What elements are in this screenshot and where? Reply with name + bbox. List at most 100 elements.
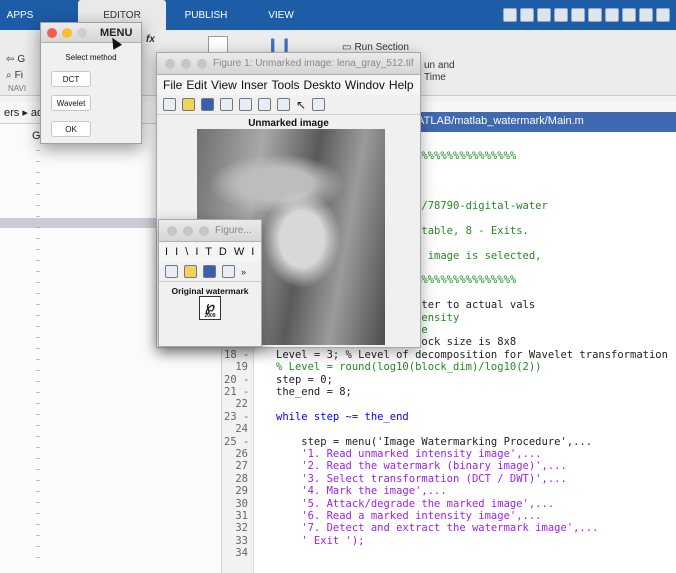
code-line[interactable]: 34 [222,547,676,560]
menu-dialog-titlebar[interactable]: MENU [41,23,141,43]
code-text: '4. Mark the image',... [276,485,447,498]
line-number: 21 - [224,386,250,398]
find-icon: ⌕ [6,70,12,81]
minimize-icon[interactable] [62,27,72,38]
code-text: step = 0; [276,373,333,386]
minimize-icon[interactable] [181,58,191,69]
figure2-window[interactable]: Figure... I I \ I T D W I » Original wat… [158,219,262,347]
code-line[interactable]: 21 - the_end = 8; [222,386,676,399]
line-number: 20 - [224,373,250,386]
menu-help[interactable]: Help [389,78,414,92]
line-number: 32 [235,522,248,535]
new-figure-icon[interactable] [163,98,176,111]
colorbar-icon[interactable] [258,98,271,111]
overflow-chevron-icon[interactable]: » [241,267,246,277]
print-figure-icon[interactable] [220,98,233,111]
menu-window[interactable]: Windov [345,78,385,92]
open-file-icon[interactable] [182,98,195,111]
menu-view[interactable]: View [211,78,237,92]
line-number: 23 - [224,410,250,423]
tab-publish[interactable]: PUBLISH [176,0,236,30]
window-icon[interactable] [622,8,636,22]
help-icon[interactable] [639,8,653,22]
figure1-menubar: File Edit View Inser Tools Deskto Windov… [157,75,420,95]
search-icon[interactable] [656,8,670,22]
code-text: step = menu('Image Watermarking Procedur… [276,435,593,448]
new-figure-icon[interactable] [165,265,178,278]
copy-icon[interactable] [554,8,568,22]
zoom-icon[interactable] [77,27,87,38]
menu-dialog[interactable]: MENU Select method DCT Wavelet OK [40,22,142,144]
watermark-year: 2009 [204,313,216,319]
legend-icon[interactable] [277,98,290,111]
zoom-icon[interactable] [199,225,209,236]
code-line[interactable]: 23 - while step ~= the_end [222,411,676,424]
save-figure-icon[interactable] [203,265,216,278]
property-editor-icon[interactable] [312,98,326,111]
figure2-toolbar: » [159,262,261,282]
figure2-menubar[interactable]: I I \ I T D W I [159,242,261,262]
close-icon[interactable] [47,27,57,38]
code-line[interactable]: 20 - step = 0; [222,374,676,387]
code-line[interactable]: 28 '3. Select transformation (DCT / DWT)… [222,473,676,486]
line-number: 27 [235,460,248,473]
redo-icon[interactable] [605,8,619,22]
find-button[interactable]: ⌕ Fi [6,70,23,81]
goto-icon: ⇦ [6,54,15,65]
breadcrumb[interactable]: ers ▸ ad [4,106,43,119]
pointer-icon[interactable]: ↖ [296,98,306,112]
layout-icon[interactable] [503,8,517,22]
code-line[interactable]: 18 - Level = 3; % Level of decomposition … [222,349,676,362]
wavelet-button[interactable]: Wavelet [51,95,91,111]
line-number: 34 [235,547,248,560]
undo-icon[interactable] [588,8,602,22]
zoom-icon[interactable] [197,58,207,69]
menu-tools[interactable]: Tools [272,78,300,92]
cut-icon[interactable] [537,8,551,22]
run-and-time-label-2[interactable]: Time [424,72,446,83]
code-line[interactable]: 19 % Level = round(log10(block_dim)/log10… [222,361,676,374]
line-number: 31 [235,510,248,522]
line-number: 30 [235,497,248,510]
menu-desktop[interactable]: Deskto [304,78,341,92]
code-line[interactable]: 24 [222,423,676,436]
line-number: 24 [235,423,248,436]
menu-insert[interactable]: Inser [241,78,268,92]
figure2-titlebar[interactable]: Figure... [159,220,261,242]
code-text: '5. Attack/degrade the marked image',... [276,497,555,510]
minimize-icon[interactable] [183,225,193,236]
save-icon[interactable] [520,8,534,22]
ok-button[interactable]: OK [51,121,91,137]
menu-edit[interactable]: Edit [186,78,207,92]
go-to-button[interactable]: ⇦ G [6,54,25,65]
tab-view[interactable]: VIEW [256,0,306,30]
print-figure-icon[interactable] [222,265,235,278]
code-line[interactable]: 27 '2. Read the watermark (binary image)… [222,460,676,473]
code-line[interactable]: 22 [222,398,676,411]
watermark-image: ℘ 2009 [199,296,221,320]
code-line[interactable]: 32 '7. Detect and extract the watermark … [222,522,676,535]
menu-file[interactable]: File [163,78,182,92]
insert-function-button[interactable]: fx [146,34,155,45]
run-and-time-label-1[interactable]: un and [424,60,455,71]
code-text: Level = 3; % Level of decomposition for … [276,348,668,361]
line-number: 29 [235,485,248,498]
line-number: 25 - [224,435,250,448]
code-line[interactable]: 33 ' Exit '); [222,535,676,548]
open-file-icon[interactable] [184,265,197,278]
figure1-titlebar[interactable]: Figure 1: Unmarked image: lena_gray_512.… [157,53,420,75]
close-icon[interactable] [165,58,175,69]
code-line[interactable]: 31 '6. Read a marked intensity image',..… [222,510,676,523]
code-line[interactable]: 29 '4. Mark the image',... [222,485,676,498]
code-text: ' Exit '); [276,534,365,547]
save-figure-icon[interactable] [201,98,214,111]
code-line[interactable]: 26 '1. Read unmarked intensity image',..… [222,448,676,461]
line-number: 19 [235,361,248,374]
code-line[interactable]: 25 - step = menu('Image Watermarking Pro… [222,436,676,449]
dct-button[interactable]: DCT [51,71,91,87]
paste-icon[interactable] [571,8,585,22]
code-line[interactable]: 30 '5. Attack/degrade the marked image',… [222,498,676,511]
tab-apps[interactable]: APPS [0,0,40,30]
link-plot-icon[interactable] [239,98,252,111]
close-icon[interactable] [167,225,177,236]
